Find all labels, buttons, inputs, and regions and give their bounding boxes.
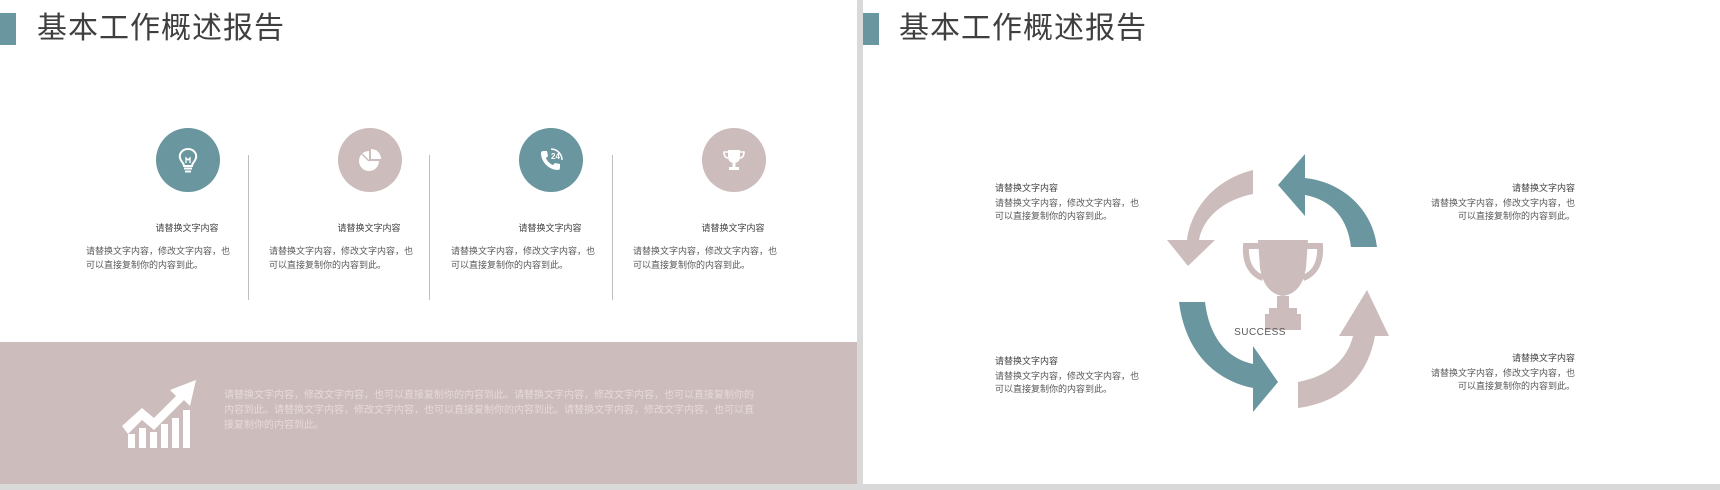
cycle-arrow-top-right [1278,154,1377,247]
summary-text: 请替换文字内容，修改文字内容，也可以直接复制你的内容到此。请替换文字内容，修改文… [224,390,754,431]
feature-description: 请替换文字内容，修改文字内容，也可以直接复制你的内容到此。 [633,246,778,270]
text-block-top-right: 请替换文字内容 请替换文字内容，修改文字内容，也可以直接复制你的内容到此。 [1425,182,1575,223]
feature-description: 请替换文字内容，修改文字内容，也可以直接复制你的内容到此。 [269,246,414,270]
cycle-arrow-bottom-right [1298,290,1389,408]
cycle-arrow-top-left [1167,170,1253,266]
block-heading: 请替换文字内容 [995,183,1059,193]
title-accent-bar [863,13,879,45]
block-heading: 请替换文字内容 [1511,183,1575,193]
feature-circle: 24 [519,128,583,192]
slide-right: 基本工作概述报告 SUCCESS 请替换文字内容 请替换文字内容，修改文字内容，… [863,0,1720,484]
divider [612,155,613,300]
divider [429,155,430,300]
cycle-arrow-bottom-left [1179,302,1278,412]
trophy-icon [723,150,745,170]
block-heading: 请替换文字内容 [1511,353,1575,363]
cycle-diagram [1167,154,1389,412]
feature-description: 请替换文字内容，修改文字内容，也可以直接复制你的内容到此。 [86,246,231,270]
pie-chart-icon [359,149,381,171]
divider [248,155,249,300]
summary-band: 请替换文字内容，修改文字内容，也可以直接复制你的内容到此。请替换文字内容，修改文… [0,342,857,484]
growth-chart-icon [122,380,196,448]
slide-left: 基本工作概述报告 请替换文字内容 请替换文字内容，修改文字内容，也可以直接复制你… [0,0,857,484]
block-body: 请替换文字内容，修改文字内容，也可以直接复制你的内容到此。 [995,371,1140,394]
text-block-bottom-right: 请替换文字内容 请替换文字内容，修改文字内容，也可以直接复制你的内容到此。 [1425,352,1575,393]
page-title: 基本工作概述报告 [899,12,1147,45]
block-body: 请替换文字内容，修改文字内容，也可以直接复制你的内容到此。 [1430,368,1575,391]
feature-circle [156,128,220,192]
text-block-bottom-left: 请替换文字内容 请替换文字内容，修改文字内容，也可以直接复制你的内容到此。 [995,355,1145,396]
feature-description: 请替换文字内容，修改文字内容，也可以直接复制你的内容到此。 [451,246,596,270]
lightbulb-icon [178,147,198,173]
svg-text:24: 24 [551,152,560,161]
feature-label: 请替换文字内容 [337,223,401,233]
success-label: SUCCESS [1234,327,1286,338]
feature-label: 请替换文字内容 [518,223,582,233]
phone-24-icon: 24 [541,148,563,170]
feature-label: 请替换文字内容 [155,223,219,233]
text-block-top-left: 请替换文字内容 请替换文字内容，修改文字内容，也可以直接复制你的内容到此。 [995,182,1145,223]
block-body: 请替换文字内容，修改文字内容，也可以直接复制你的内容到此。 [1430,198,1575,221]
feature-circle [338,128,402,192]
block-body: 请替换文字内容，修改文字内容，也可以直接复制你的内容到此。 [995,198,1140,221]
page-title: 基本工作概述报告 [37,12,285,45]
title-accent-bar [0,13,16,45]
feature-circle [702,128,766,192]
trophy-icon [1242,240,1324,330]
feature-label: 请替换文字内容 [701,223,765,233]
block-heading: 请替换文字内容 [995,356,1059,366]
